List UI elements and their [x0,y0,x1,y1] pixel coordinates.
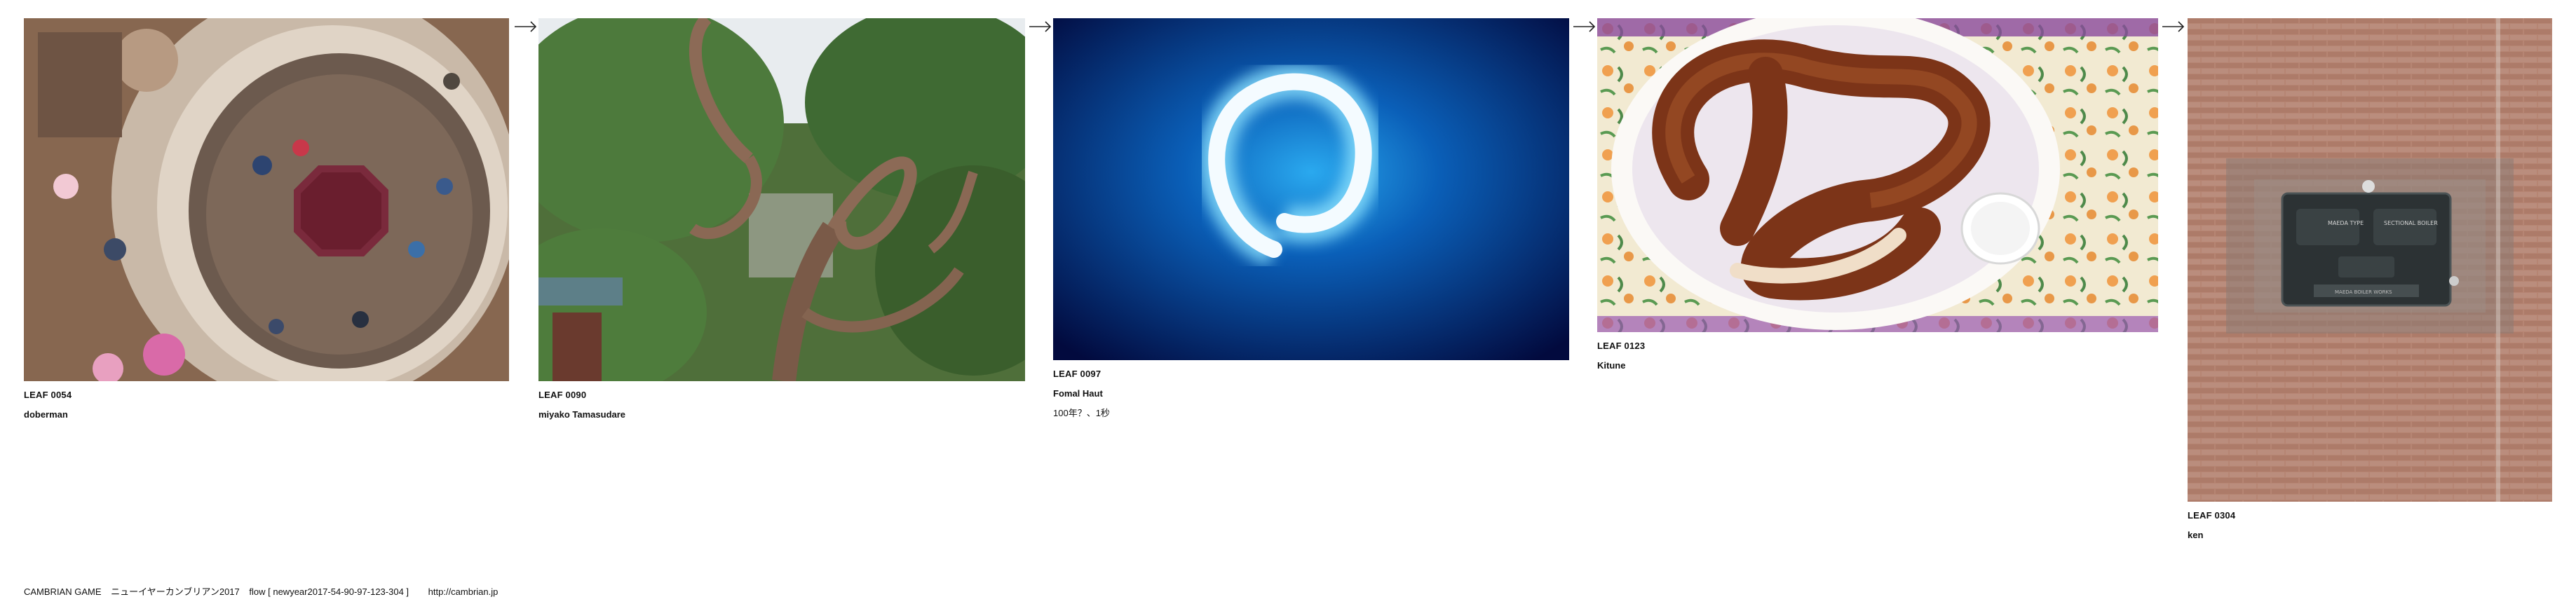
plate-text-bottom: MAEDA BOILER WORKS [2335,289,2392,295]
leaf-0304: MAEDA TYPE SECTIONAL BOILER MAEDA BOILER… [2188,18,2552,541]
leaf-0090-photo[interactable] [538,18,1025,381]
footer: CAMBRIAN GAME ニューイヤーカンブリアン2017 flow [ ne… [24,586,505,598]
arrow-right-icon [1573,17,1597,36]
leaf-author[interactable]: doberman [24,409,509,420]
leaf-0054-photo[interactable] [24,18,509,381]
arrow-right-icon [514,17,538,36]
leaf-caption: 100年？、1秒 [1053,408,1110,418]
leaf-0097-photo[interactable] [1053,18,1569,360]
leaf-0304-photo[interactable]: MAEDA TYPE SECTIONAL BOILER MAEDA BOILER… [2188,18,2552,502]
brick-wall-boiler-photo-image: MAEDA TYPE SECTIONAL BOILER MAEDA BOILER… [2188,18,2552,502]
leaf-author[interactable]: Fomal Haut [1053,388,1569,399]
leaf-id: LEAF 0090 [538,390,587,400]
arrow-right-icon [2162,17,2185,36]
footer-flow: flow [ newyear2017-54-90-97-123-304 ] [249,586,409,597]
stairwell-photo-image [24,18,509,381]
leaf-0090: LEAF 0090 miyako Tamasudare [538,18,1025,420]
arrow-right-icon [1029,17,1052,36]
leaf-author[interactable]: ken [2188,530,2552,541]
footer-url-link[interactable]: http://cambrian.jp [428,586,499,597]
plate-text-left: MAEDA TYPE [2328,220,2364,226]
neon-ring-photo-image [1053,18,1569,360]
leaf-id: LEAF 0123 [1597,341,1646,351]
leaf-0123: LEAF 0123 Kitune [1597,18,2158,371]
pretzel-photo-image [1597,18,2158,332]
leaf-author[interactable]: miyako Tamasudare [538,409,1025,420]
footer-game-name[interactable]: CAMBRIAN GAME [24,586,102,597]
leaf-id: LEAF 0054 [24,390,72,400]
leaf-0054: LEAF 0054 doberman [24,18,509,420]
leaf-id: LEAF 0304 [2188,510,2236,521]
leaf-0123-photo[interactable] [1597,18,2158,332]
plate-text-right: SECTIONAL BOILER [2384,220,2438,226]
pine-tree-photo-image [538,18,1025,381]
leaf-author[interactable]: Kitune [1597,360,2158,371]
leaf-0097: LEAF 0097 Fomal Haut 100年？、1秒 [1053,18,1569,419]
footer-event-title: ニューイヤーカンブリアン2017 [111,586,240,597]
leaf-id: LEAF 0097 [1053,369,1101,379]
